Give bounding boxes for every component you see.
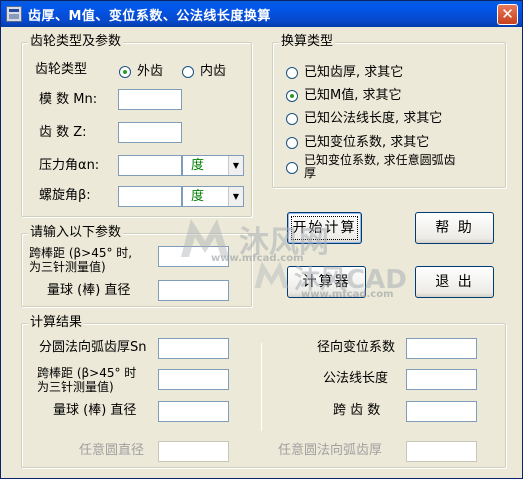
chevron-down-icon[interactable]: ▼: [228, 187, 243, 206]
radio-known-thickness-label: 已知齿厚, 求其它: [304, 65, 404, 80]
radio-known-shift[interactable]: 已知变位系数, 求其它: [286, 135, 429, 151]
arc-thickness-label: 分圆法向弧齿厚Sn: [39, 340, 147, 355]
radio-arbitrary-line2: 厚: [304, 166, 317, 180]
window-title: 齿厚、M值、变位系数、公法线长度换算: [28, 8, 271, 24]
result-span-output[interactable]: [158, 369, 229, 390]
arbitrary-diameter-label: 任意圆直径: [79, 443, 145, 458]
results-divider: [261, 343, 262, 431]
arbitrary-thickness-output: [406, 441, 477, 462]
gear-type-label: 齿轮类型: [35, 62, 88, 77]
radio-dot: [286, 67, 298, 79]
close-button[interactable]: ✕: [497, 4, 518, 25]
radio-known-shift-arbitrary[interactable]: 已知变位系数, 求任意圆弧齿 厚: [286, 154, 456, 180]
pressure-angle-input[interactable]: [118, 155, 182, 176]
base-tangent-output[interactable]: [406, 369, 477, 390]
radio-dot: [286, 90, 298, 102]
teeth-label: 齿 数 Z:: [39, 125, 87, 140]
pressure-unit-select[interactable]: 度 ▼: [182, 155, 244, 176]
result-ball-output[interactable]: [158, 401, 229, 422]
span-distance-label: 跨棒距 (β>45° 时, 为三针测量值): [29, 246, 132, 274]
module-input[interactable]: [118, 89, 182, 110]
result-span-line2: 为三针测量值): [37, 380, 114, 394]
radio-arbitrary-line1: 已知变位系数, 求任意圆弧齿: [304, 153, 456, 167]
watermark-logo: [177, 213, 237, 265]
help-button-label: 帮 助: [435, 220, 474, 236]
focus-rect: [291, 216, 358, 240]
close-icon: ✕: [501, 5, 514, 23]
arc-thickness-output[interactable]: [158, 338, 229, 359]
app-window: 齿厚、M值、变位系数、公法线长度换算 ✕ 齿轮类型及参数 齿轮类型 外齿 内齿 …: [0, 0, 523, 479]
internal-gear-radio[interactable]: 内齿: [182, 64, 226, 80]
chevron-down-icon[interactable]: ▼: [228, 156, 243, 175]
radio-known-m-label: 已知M值, 求其它: [304, 88, 402, 103]
helix-unit-value: 度: [191, 189, 205, 204]
radio-known-thickness[interactable]: 已知齿厚, 求其它: [286, 65, 403, 81]
pressure-angle-label: 压力角αn:: [39, 158, 100, 173]
calculator-button[interactable]: 计算器: [287, 266, 366, 298]
arbitrary-diameter-output: [158, 441, 229, 462]
radio-dot: [286, 137, 298, 149]
radio-known-m[interactable]: 已知M值, 求其它: [286, 88, 401, 104]
start-calc-button[interactable]: 开始计算: [287, 212, 362, 244]
radial-shift-label: 径向变位系数: [317, 340, 396, 355]
external-gear-label: 外齿: [137, 64, 164, 79]
input-params-group-title: 请输入以下参数: [28, 225, 124, 241]
title-bar[interactable]: 齿厚、M值、变位系数、公法线长度换算 ✕: [1, 1, 522, 27]
span-teeth-output[interactable]: [406, 401, 477, 422]
radio-known-base-tangent[interactable]: 已知公法线长度, 求其它: [286, 111, 442, 127]
watermark-logo-icon: [181, 219, 229, 257]
radio-dot: [286, 113, 298, 125]
ball-diameter-label: 量球 (棒) 直径: [47, 283, 131, 298]
radio-arbitrary-label: 已知变位系数, 求任意圆弧齿 厚: [304, 154, 456, 180]
watermark-logo-2: [251, 257, 295, 295]
result-span-label: 跨棒距 (β>45° 时 为三针测量值): [37, 366, 136, 394]
pressure-unit-value: 度: [191, 158, 205, 173]
span-teeth-label: 跨 齿 数: [333, 403, 381, 418]
span-distance-line1: 跨棒距 (β>45° 时,: [29, 246, 133, 260]
helix-unit-select[interactable]: 度 ▼: [182, 186, 244, 207]
result-ball-label: 量球 (棒) 直径: [53, 403, 137, 418]
help-button[interactable]: 帮 助: [415, 212, 494, 244]
watermark-logo-2-icon: [254, 261, 289, 289]
radial-shift-output[interactable]: [406, 338, 477, 359]
helix-angle-input[interactable]: [118, 186, 182, 207]
external-radio-dot: [119, 66, 131, 78]
base-tangent-label: 公法线长度: [323, 371, 389, 386]
result-span-line1: 跨棒距 (β>45° 时: [37, 366, 137, 380]
calculator-button-label: 计算器: [302, 274, 351, 290]
gear-type-group-title: 齿轮类型及参数: [28, 34, 124, 50]
radio-known-base-tangent-label: 已知公法线长度, 求其它: [304, 111, 443, 126]
app-icon: [6, 6, 22, 22]
conversion-type-group-title: 换算类型: [279, 34, 336, 50]
results-group-title: 计算结果: [28, 315, 85, 331]
radio-known-shift-label: 已知变位系数, 求其它: [304, 135, 430, 150]
arbitrary-thickness-label: 任意圆法向弧齿厚: [278, 443, 383, 458]
module-label: 模 数 Mn:: [39, 92, 98, 107]
ball-diameter-input[interactable]: [158, 280, 229, 301]
radio-dot: [286, 162, 298, 174]
span-distance-line2: 为三针测量值): [29, 260, 106, 274]
exit-button[interactable]: 退 出: [415, 266, 494, 298]
exit-button-label: 退 出: [435, 274, 474, 290]
teeth-input[interactable]: [118, 122, 182, 143]
internal-gear-label: 内齿: [200, 64, 227, 79]
internal-radio-dot: [182, 66, 194, 78]
external-gear-radio[interactable]: 外齿: [119, 64, 163, 80]
helix-angle-label: 螺旋角β:: [39, 188, 91, 203]
